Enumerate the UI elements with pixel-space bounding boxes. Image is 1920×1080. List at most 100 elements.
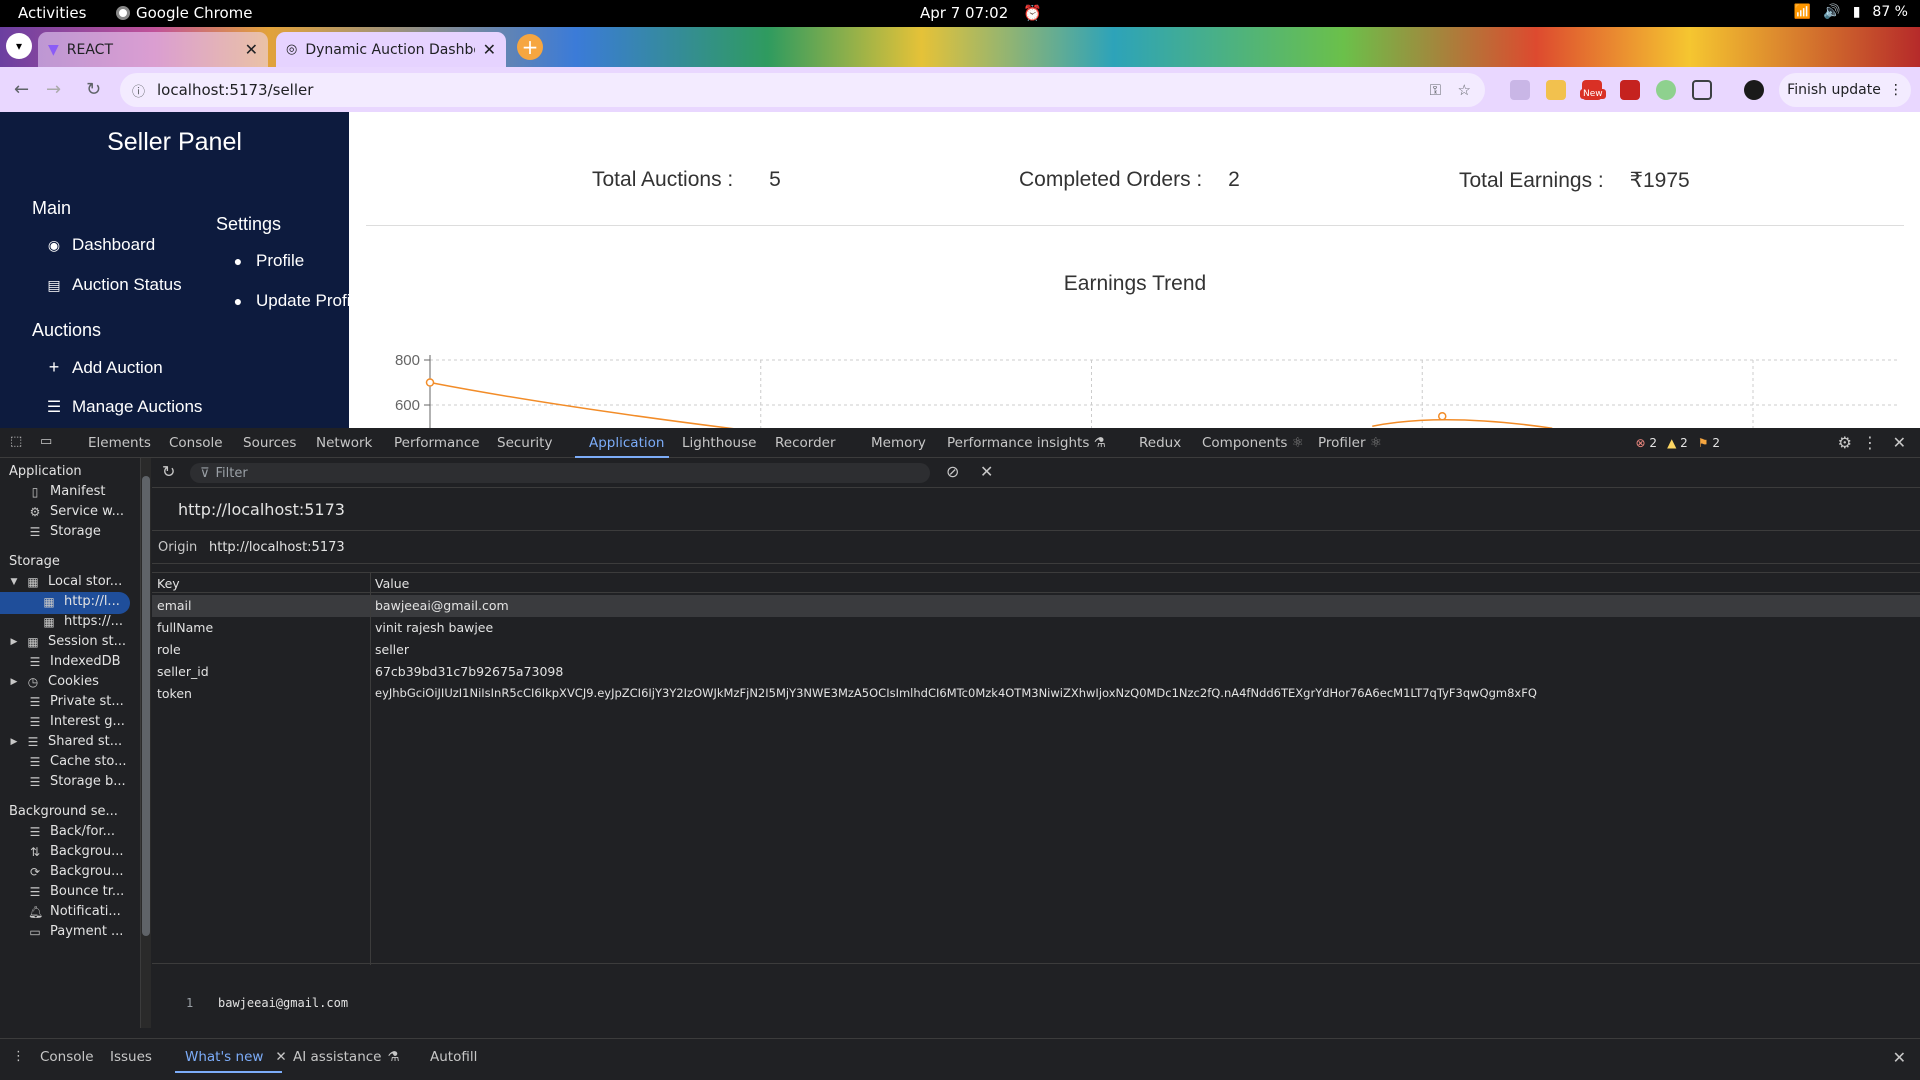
sidebar-item-background-sync[interactable]: ⟳ Backgrou... — [28, 864, 124, 879]
kebab-menu-icon[interactable]: ⋮ — [1862, 433, 1878, 452]
sidebar-item-cookies[interactable]: ▶ ◷ Cookies — [10, 674, 99, 689]
storage-table: Key Value email bawjeeai@gmail.com fullN… — [152, 572, 1920, 965]
kebab-menu-icon[interactable]: ⋮ — [12, 1049, 25, 1064]
back-arrow-icon[interactable]: ← — [14, 79, 29, 100]
table-row[interactable]: fullName vinit rajesh bawjee — [152, 617, 1920, 639]
finish-update-button[interactable]: Finish update ⋮ — [1779, 73, 1911, 107]
devtools-tab-sources[interactable]: Sources — [243, 435, 296, 451]
extension-icon[interactable] — [1620, 80, 1640, 100]
sidebar-item-storage[interactable]: ☰ Storage — [28, 524, 101, 539]
drawer-tab-issues[interactable]: Issues — [110, 1049, 152, 1065]
arrows-updown-icon: ⇅ — [29, 844, 41, 859]
devtools-tab-elements[interactable]: Elements — [88, 435, 151, 451]
sidebar-item-service-workers[interactable]: ⚙ Service w... — [28, 504, 124, 519]
sidebar-item-cache-storage[interactable]: ☰ Cache sto... — [28, 754, 127, 769]
delete-selected-icon[interactable]: ✕ — [980, 462, 993, 481]
sidebar-item-https-origin[interactable]: ▦ https://... — [42, 614, 123, 629]
filter-input[interactable]: ⊽ Filter — [190, 463, 930, 483]
data-point — [1438, 412, 1447, 421]
sidebar-item-back-forward-cache[interactable]: ☰ Back/for... — [28, 824, 115, 839]
system-status[interactable]: 📶 🔊 ▮ 87 % — [1794, 4, 1908, 20]
tab-auction-dashboard[interactable]: ◎ Dynamic Auction Dashbo ✕ — [276, 32, 506, 67]
devtools-tab-performance[interactable]: Performance — [394, 435, 480, 451]
sidebar-item-storage-buckets[interactable]: ☰ Storage b... — [28, 774, 126, 789]
device-toolbar-icon[interactable]: ▭ — [40, 434, 52, 449]
devtools-tab-security[interactable]: Security — [497, 435, 552, 451]
warning-count: ▲ 2 — [1667, 436, 1688, 450]
drawer-tab-autofill[interactable]: Autofill — [430, 1049, 477, 1065]
column-header-value[interactable]: Value — [375, 576, 409, 591]
sidebar-item-shared-storage[interactable]: ▶ ☰ Shared st... — [10, 734, 123, 749]
warning-icon: ▲ — [1667, 436, 1677, 450]
reload-icon[interactable]: ↻ — [86, 79, 101, 100]
bookmark-star-icon[interactable]: ☆ — [1458, 81, 1471, 99]
extensions-puzzle-icon[interactable] — [1692, 80, 1712, 100]
profile-avatar-icon[interactable] — [1744, 80, 1764, 100]
devtools-tab-bar: ⬚ ▭ Elements Console Sources Network Per… — [0, 428, 1920, 458]
sidebar-item-bounce-tracking[interactable]: ☰ Bounce tr... — [28, 884, 125, 899]
site-info-icon[interactable]: ⓘ — [132, 81, 145, 100]
sidebar-item-manifest[interactable]: ▯ Manifest — [28, 484, 106, 499]
database-icon: ☰ — [29, 524, 41, 539]
devtools-tab-profiler[interactable]: Profiler ⚛ — [1318, 435, 1382, 451]
url-text: localhost:5173/seller — [157, 81, 314, 99]
column-header-key[interactable]: Key — [157, 576, 180, 591]
sidebar-item-private-state[interactable]: ☰ Private st... — [28, 694, 124, 709]
table-row[interactable]: email bawjeeai@gmail.com — [152, 595, 1920, 617]
settings-gear-icon[interactable]: ⚙ — [1838, 433, 1852, 452]
sidebar-item-notifications[interactable]: 🔔︎ Notificati... — [28, 904, 121, 919]
extension-icon[interactable] — [1546, 80, 1566, 100]
devtools-tab-console[interactable]: Console — [169, 435, 223, 451]
sidebar-item-indexeddb[interactable]: ☰ IndexedDB — [28, 654, 121, 669]
devtools-tab-performance-insights[interactable]: Performance insights ⚗ — [947, 435, 1106, 451]
tab-search-button[interactable]: ▾ — [6, 33, 32, 59]
devtools-tab-components[interactable]: Components ⚛ — [1202, 435, 1304, 451]
sidebar-item-background-fetch[interactable]: ⇅ Backgrou... — [28, 844, 124, 859]
table-row[interactable]: seller_id 67cb39bd31c7b92675a73098 — [152, 661, 1920, 683]
sidebar-item-payment-handler[interactable]: ▭ Payment ... — [28, 924, 123, 939]
close-drawer-icon[interactable]: ✕ — [1893, 1048, 1906, 1067]
activities-button[interactable]: Activities — [18, 4, 86, 22]
sidebar-item-local-storage[interactable]: ▼ ▦ Local stor... — [10, 574, 123, 589]
sidebar-scrollbar-thumb[interactable] — [142, 476, 150, 936]
forward-arrow-icon[interactable]: → — [46, 79, 61, 100]
drawer-tab-whats-new[interactable]: What's new ✕ — [185, 1049, 287, 1065]
new-tab-button[interactable]: + — [517, 34, 543, 60]
app-menu[interactable]: Google Chrome — [116, 4, 253, 22]
address-bar[interactable]: ⓘ localhost:5173/seller ⚿ ☆ — [120, 73, 1485, 107]
password-key-icon[interactable]: ⚿ — [1430, 81, 1441, 99]
drawer-tab-console[interactable]: Console — [40, 1049, 94, 1065]
sidebar-heading-application: Application — [9, 464, 82, 479]
tab-react[interactable]: ▼ REACT ✕ — [38, 32, 268, 67]
extension-icon[interactable] — [1510, 80, 1530, 100]
clear-all-icon[interactable]: ⊘ — [946, 462, 959, 481]
devtools-tab-network[interactable]: Network — [316, 435, 372, 451]
extension-icon[interactable] — [1656, 80, 1676, 100]
sidebar-item-label: Backgrou... — [50, 864, 124, 879]
close-icon[interactable]: ✕ — [275, 1049, 286, 1065]
column-divider[interactable] — [370, 573, 371, 965]
sidebar-item-session-storage[interactable]: ▶ ▦ Session st... — [10, 634, 126, 649]
row-value: bawjeeai@gmail.com — [375, 598, 509, 613]
clock[interactable]: Apr 7 07:02 ⏰ — [920, 4, 1042, 22]
close-icon[interactable]: ✕ — [1893, 433, 1906, 452]
close-icon[interactable]: ✕ — [245, 40, 258, 59]
devtools-tab-redux[interactable]: Redux — [1139, 435, 1181, 451]
sidebar-item-interest-groups[interactable]: ☰ Interest g... — [28, 714, 125, 729]
devtools-tab-application[interactable]: Application — [589, 435, 664, 451]
devtools-tab-memory[interactable]: Memory — [871, 435, 926, 451]
table-row[interactable]: role seller — [152, 639, 1920, 661]
close-icon[interactable]: ✕ — [483, 40, 496, 59]
sidebar-item-localhost-http[interactable]: ▦ http://l... — [42, 594, 120, 609]
issues-counter[interactable]: ⊗ 2 ▲ 2 ⚑ 2 — [1636, 436, 1720, 450]
drawer-tab-ai-assistance[interactable]: AI assistance ⚗ — [293, 1049, 400, 1065]
devtools-tab-recorder[interactable]: Recorder — [775, 435, 836, 451]
devtools-panel: ⬚ ▭ Elements Console Sources Network Per… — [0, 428, 1920, 1080]
inspect-element-icon[interactable]: ⬚ — [10, 434, 22, 449]
table-row[interactable]: token eyJhbGciOiJIUzI1NiIsInR5cCI6IkpXVC… — [152, 683, 1920, 705]
chevron-down-icon: ▾ — [15, 39, 23, 53]
sidebar-item-label: IndexedDB — [50, 654, 121, 669]
devtools-tab-lighthouse[interactable]: Lighthouse — [682, 435, 756, 451]
refresh-icon[interactable]: ↻ — [162, 462, 175, 481]
card-icon: ▭ — [29, 924, 41, 939]
